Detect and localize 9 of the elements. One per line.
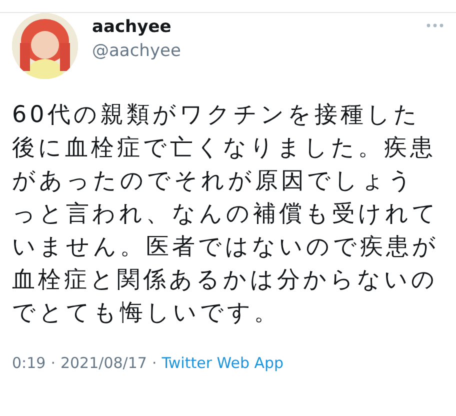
display-name[interactable]: aachyee (92, 15, 181, 39)
more-icon[interactable] (426, 23, 444, 28)
tweet-date: 2021/08/17 (60, 353, 147, 374)
user-handle[interactable]: @aachyee (92, 39, 181, 63)
tweet-time: 0:19 (12, 353, 46, 374)
separator-dot: · (152, 353, 157, 374)
tweet-text: 60代の親類がワクチンを接種した後に血栓症で亡くなりました。疾患があったのでそれが原因でしょうっと言われ、なんの補償も受けれていません。医者ではないので疾患が血栓症と関係あるかは分からないのでとても悔しいです。 (12, 101, 440, 328)
separator-dot: · (50, 353, 56, 374)
source-link[interactable]: Twitter Web App (162, 352, 284, 374)
